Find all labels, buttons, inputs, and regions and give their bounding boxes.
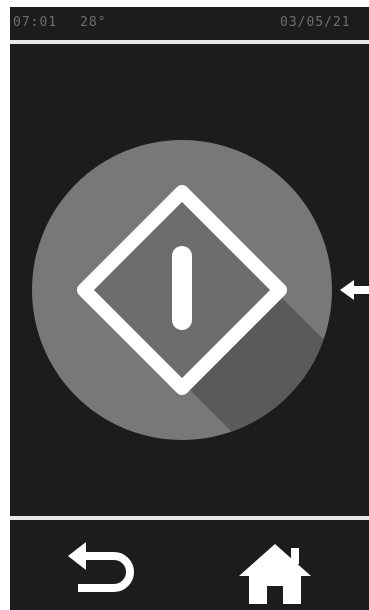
- home-icon: [239, 544, 311, 604]
- back-arrow-icon: [68, 542, 134, 592]
- status-bar: 07:01 28° 03/05/21: [10, 7, 369, 40]
- device-screen: 07:01 28° 03/05/21: [10, 7, 369, 610]
- power-button[interactable]: [32, 140, 332, 440]
- status-date: 03/05/21: [280, 15, 351, 30]
- back-button[interactable]: [60, 538, 140, 608]
- power-diamond-icon: [77, 185, 332, 440]
- nav-bar: [10, 520, 369, 610]
- home-button[interactable]: [235, 538, 315, 608]
- status-time: 07:01: [13, 15, 58, 30]
- chevron-left-icon[interactable]: [340, 277, 369, 303]
- main-area: [10, 44, 369, 516]
- status-temperature: 28°: [80, 15, 107, 30]
